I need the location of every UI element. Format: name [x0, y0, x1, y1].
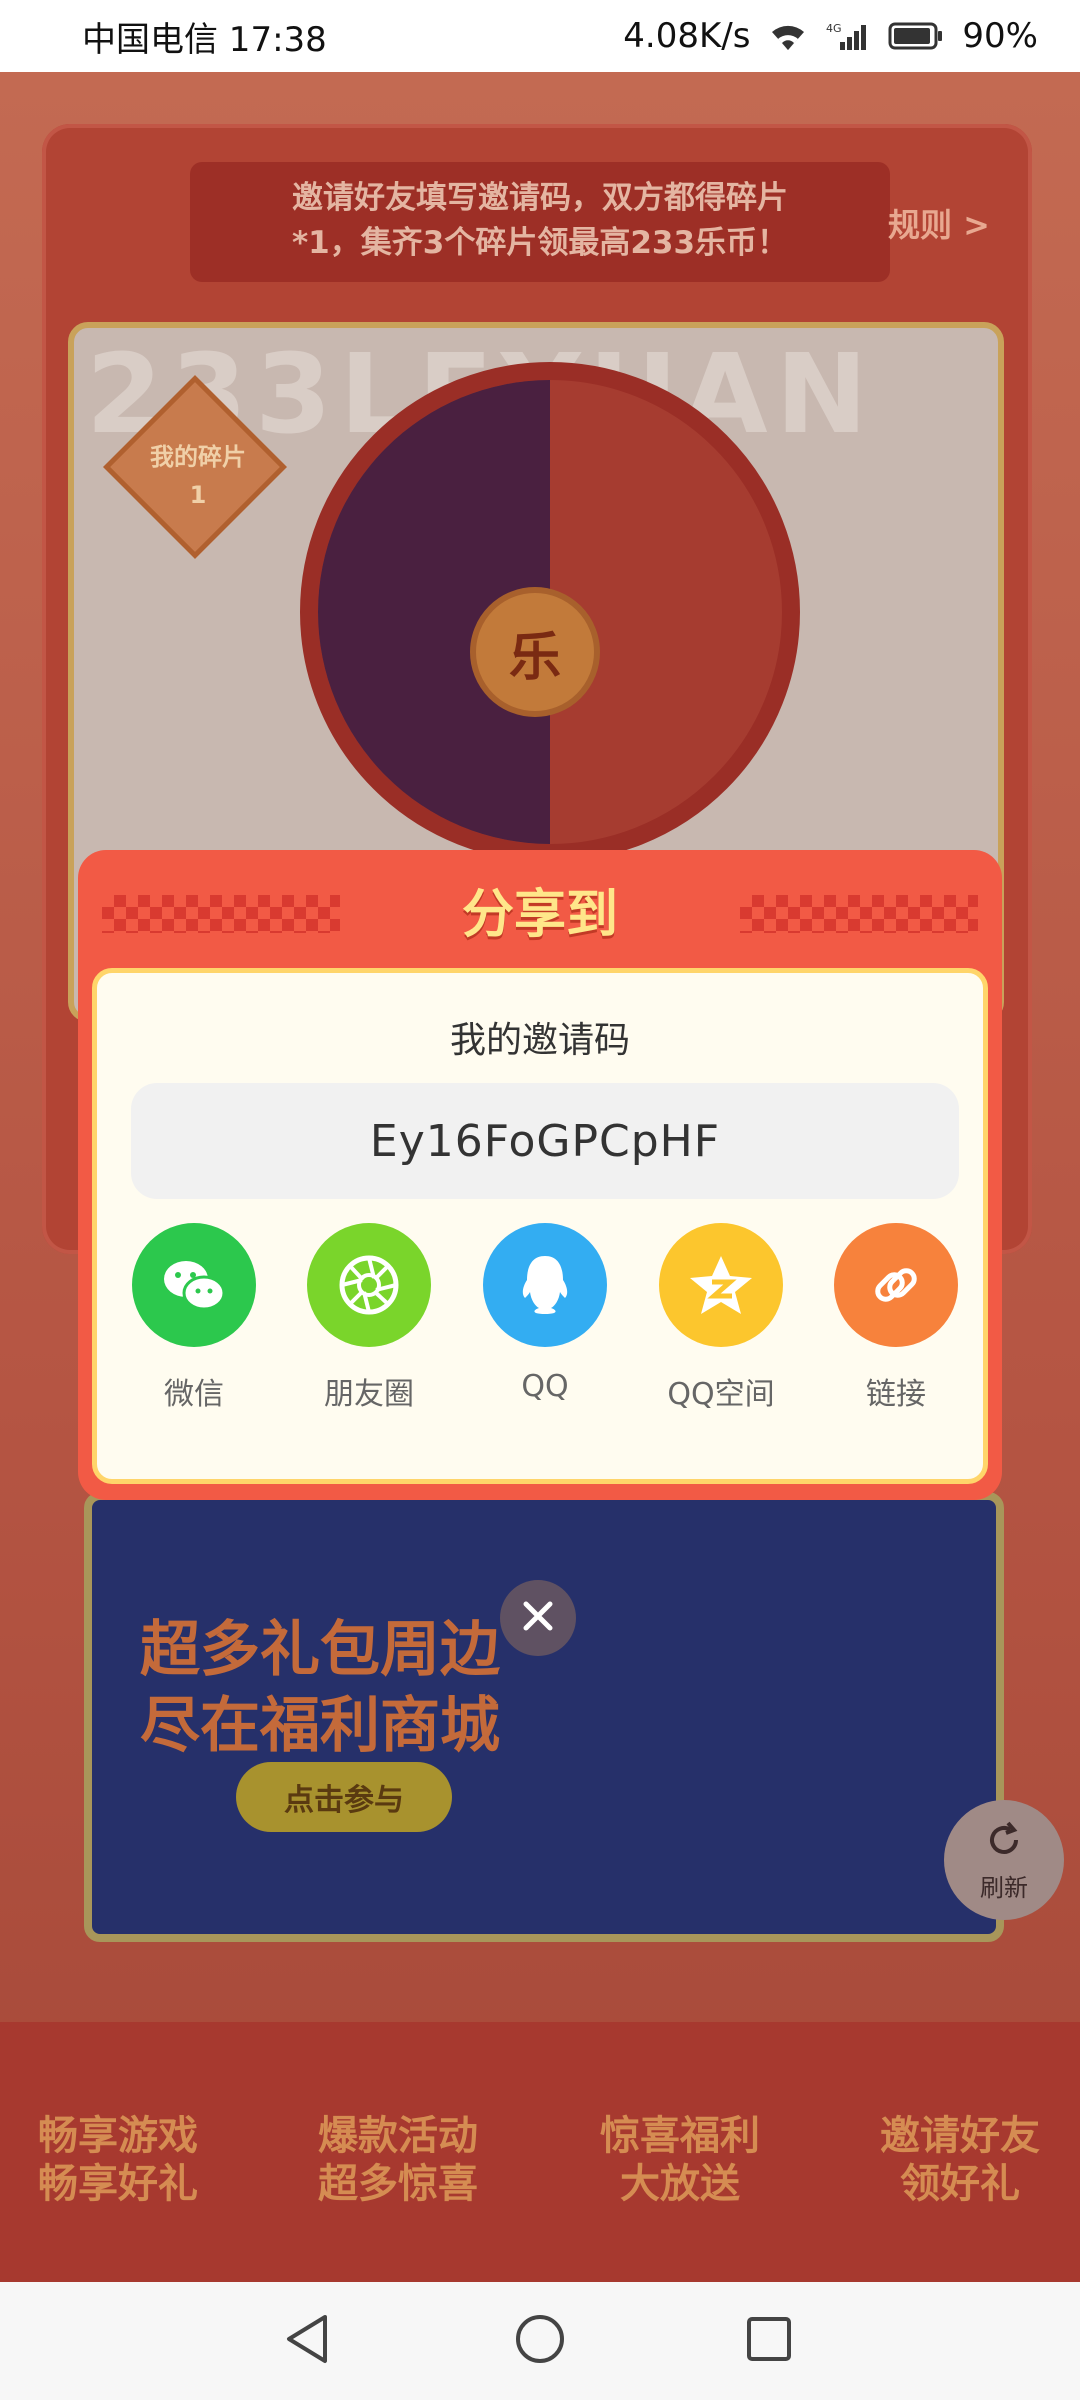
feature-item: 惊喜福利 大放送: [570, 2112, 790, 2208]
banner-line-2: *1，集齐3个碎片领最高233乐币！: [291, 225, 789, 261]
refresh-label: 刷新: [980, 1873, 1028, 1902]
modal-body: 我的邀请码 Ey16FoGPCpHF 微信 朋友圈 QQ QQ空间 链接: [92, 968, 988, 1484]
fragment-count: 1: [189, 481, 207, 509]
qzone-icon: [659, 1223, 783, 1347]
invite-banner: 邀请好友填写邀请码，双方都得碎片 *1，集齐3个碎片领最高233乐币！: [190, 162, 890, 282]
wifi-icon: [768, 20, 808, 52]
link-icon: [834, 1223, 958, 1347]
mall-title-line-2: 尽在福利商城: [140, 1691, 500, 1761]
feature-line-1: 邀请好友: [880, 2113, 1040, 2159]
wechat-icon: [132, 1223, 256, 1347]
status-right: 4.08K/s 4G 90%: [623, 16, 1038, 56]
feature-line-1: 惊喜福利: [600, 2113, 760, 2159]
share-targets: 微信 朋友圈 QQ QQ空间 链接: [97, 1223, 983, 1423]
carrier-time: 中国电信 17:38: [82, 19, 327, 60]
battery-percent: 90%: [962, 16, 1038, 56]
feature-item: 邀请好友 领好礼: [850, 2112, 1070, 2208]
status-left: 中国电信 17:38: [82, 12, 327, 61]
qq-icon: [483, 1223, 607, 1347]
refresh-icon: [982, 1818, 1026, 1868]
battery-icon: [888, 21, 944, 51]
banner-line-1: 邀请好友填写邀请码，双方都得碎片: [292, 180, 788, 216]
mall-join-button[interactable]: 点击参与: [236, 1762, 452, 1832]
share-label: QQ空间: [667, 1377, 775, 1412]
recents-square-icon: [743, 2313, 795, 2369]
feature-line-2: 超多惊喜: [318, 2161, 478, 2207]
invite-code-label: 我的邀请码: [449, 1020, 630, 1061]
svg-text:4G: 4G: [826, 22, 842, 35]
share-moments[interactable]: 朋友圈: [284, 1223, 454, 1413]
refresh-button[interactable]: 刷新: [944, 1800, 1064, 1920]
moments-icon: [307, 1223, 431, 1347]
home-circle-icon: [512, 2311, 568, 2371]
recents-button[interactable]: [734, 2306, 804, 2376]
mall-title: 超多礼包周边 尽在福利商城: [140, 1612, 500, 1764]
status-bar: 中国电信 17:38 4.08K/s 4G 90%: [0, 0, 1080, 72]
feature-line-2: 畅享好礼: [38, 2161, 198, 2207]
fragment-label-title: 我的碎片: [150, 443, 246, 471]
share-modal: 分享到 我的邀请码 Ey16FoGPCpHF 微信 朋友圈 QQ QQ空间 链接: [78, 850, 1002, 1500]
share-qzone[interactable]: QQ空间: [636, 1223, 806, 1413]
share-label: 朋友圈: [324, 1377, 414, 1412]
close-button[interactable]: [500, 1580, 576, 1656]
feature-line-2: 领好礼: [900, 2161, 1020, 2207]
modal-title: 分享到: [461, 885, 618, 945]
share-label: 微信: [164, 1377, 224, 1412]
share-wechat[interactable]: 微信: [109, 1223, 279, 1413]
net-speed: 4.08K/s: [623, 16, 751, 56]
navigation-bar: [0, 2282, 1080, 2400]
feature-line-2: 大放送: [620, 2161, 740, 2207]
feature-line-1: 畅享游戏: [38, 2113, 198, 2159]
feature-item: 畅享游戏 畅享好礼: [8, 2112, 228, 2208]
mall-title-line-1: 超多礼包周边: [140, 1615, 500, 1685]
share-qq[interactable]: QQ: [460, 1223, 630, 1404]
wheel-center: 乐: [470, 587, 600, 717]
feature-item: 爆款活动 超多惊喜: [288, 2112, 508, 2208]
fragment-label: 我的碎片 1: [118, 438, 278, 514]
signal-icon: 4G: [826, 20, 870, 52]
share-label: QQ: [521, 1369, 569, 1404]
invite-code-box[interactable]: Ey16FoGPCpHF: [131, 1083, 959, 1199]
feature-line-1: 爆款活动: [318, 2113, 478, 2159]
home-button[interactable]: [505, 2306, 575, 2376]
back-triangle-icon: [281, 2311, 333, 2371]
back-button[interactable]: [272, 2306, 342, 2376]
close-icon: [520, 1598, 556, 1638]
rules-link[interactable]: 规则 >: [888, 200, 990, 246]
share-link[interactable]: 链接: [811, 1223, 981, 1413]
invite-code: Ey16FoGPCpHF: [369, 1115, 721, 1167]
share-label: 链接: [866, 1377, 926, 1412]
